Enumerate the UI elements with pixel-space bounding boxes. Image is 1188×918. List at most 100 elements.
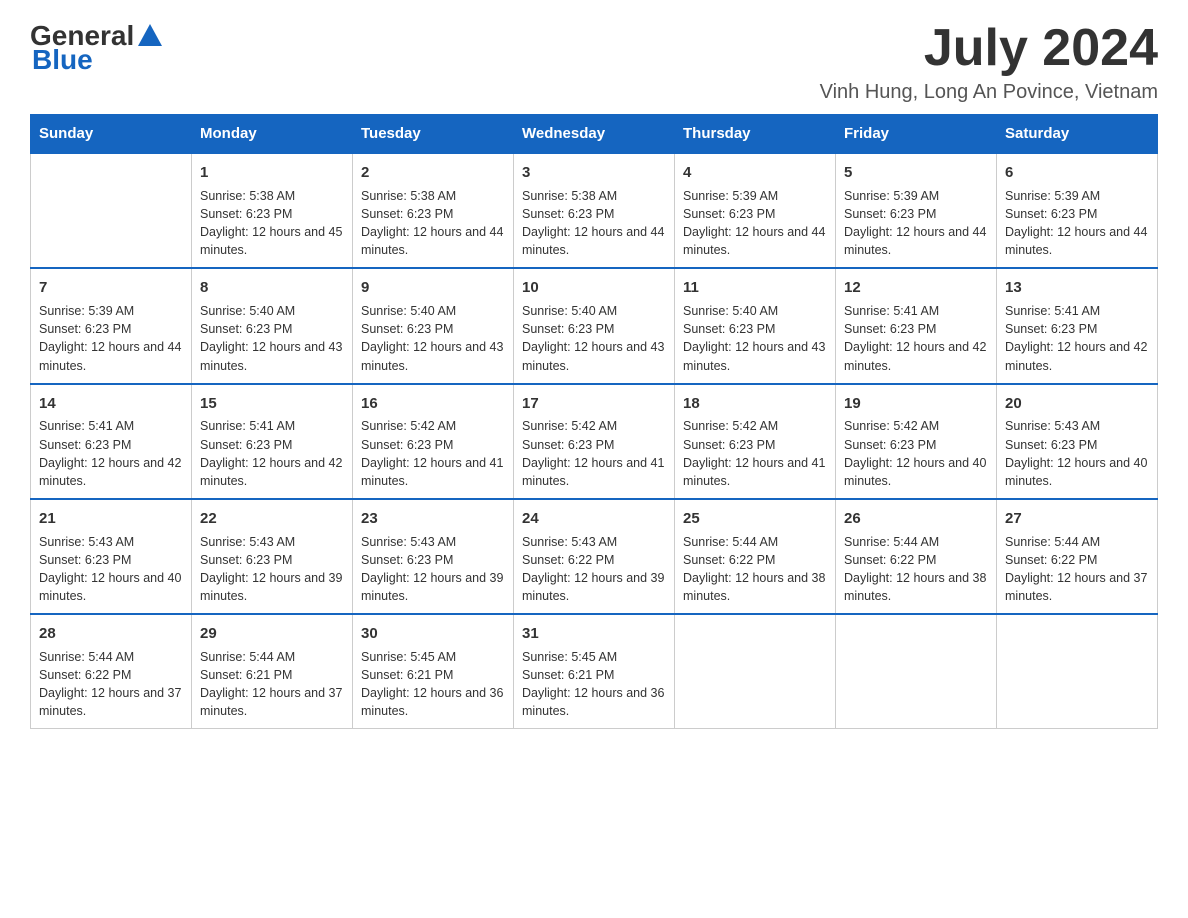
day-number: 9 <box>361 277 505 299</box>
calendar-cell: 15Sunrise: 5:41 AMSunset: 6:23 PMDayligh… <box>192 384 353 499</box>
calendar-cell: 16Sunrise: 5:42 AMSunset: 6:23 PMDayligh… <box>353 384 514 499</box>
day-number: 7 <box>39 277 183 299</box>
calendar-cell: 7Sunrise: 5:39 AMSunset: 6:23 PMDaylight… <box>31 268 192 383</box>
calendar-cell: 24Sunrise: 5:43 AMSunset: 6:22 PMDayligh… <box>514 499 675 614</box>
daylight-text: Daylight: 12 hours and 41 minutes. <box>683 454 827 490</box>
daylight-text: Daylight: 12 hours and 45 minutes. <box>200 223 344 259</box>
day-number: 30 <box>361 623 505 645</box>
calendar-cell: 31Sunrise: 5:45 AMSunset: 6:21 PMDayligh… <box>514 614 675 729</box>
col-sunday: Sunday <box>31 115 192 154</box>
sunset-text: Sunset: 6:21 PM <box>200 666 344 684</box>
day-number: 3 <box>522 162 666 184</box>
calendar-cell: 26Sunrise: 5:44 AMSunset: 6:22 PMDayligh… <box>836 499 997 614</box>
sunrise-text: Sunrise: 5:44 AM <box>844 533 988 551</box>
calendar-cell: 30Sunrise: 5:45 AMSunset: 6:21 PMDayligh… <box>353 614 514 729</box>
calendar-cell: 28Sunrise: 5:44 AMSunset: 6:22 PMDayligh… <box>31 614 192 729</box>
sunrise-text: Sunrise: 5:39 AM <box>1005 187 1149 205</box>
logo: General Blue <box>30 20 164 76</box>
sunset-text: Sunset: 6:23 PM <box>522 436 666 454</box>
sunset-text: Sunset: 6:23 PM <box>361 205 505 223</box>
sunset-text: Sunset: 6:23 PM <box>361 320 505 338</box>
day-number: 15 <box>200 393 344 415</box>
daylight-text: Daylight: 12 hours and 43 minutes. <box>200 338 344 374</box>
day-number: 28 <box>39 623 183 645</box>
calendar-table: Sunday Monday Tuesday Wednesday Thursday… <box>30 114 1158 729</box>
calendar-week-row: 21Sunrise: 5:43 AMSunset: 6:23 PMDayligh… <box>31 499 1158 614</box>
calendar-cell: 22Sunrise: 5:43 AMSunset: 6:23 PMDayligh… <box>192 499 353 614</box>
daylight-text: Daylight: 12 hours and 44 minutes. <box>683 223 827 259</box>
daylight-text: Daylight: 12 hours and 43 minutes. <box>522 338 666 374</box>
day-number: 18 <box>683 393 827 415</box>
daylight-text: Daylight: 12 hours and 44 minutes. <box>522 223 666 259</box>
daylight-text: Daylight: 12 hours and 39 minutes. <box>361 569 505 605</box>
location-subtitle: Vinh Hung, Long An Povince, Vietnam <box>820 81 1158 104</box>
sunrise-text: Sunrise: 5:43 AM <box>522 533 666 551</box>
daylight-text: Daylight: 12 hours and 41 minutes. <box>522 454 666 490</box>
sunrise-text: Sunrise: 5:41 AM <box>200 417 344 435</box>
day-number: 25 <box>683 508 827 530</box>
calendar-cell: 21Sunrise: 5:43 AMSunset: 6:23 PMDayligh… <box>31 499 192 614</box>
col-wednesday: Wednesday <box>514 115 675 154</box>
sunset-text: Sunset: 6:23 PM <box>522 320 666 338</box>
daylight-text: Daylight: 12 hours and 40 minutes. <box>39 569 183 605</box>
daylight-text: Daylight: 12 hours and 42 minutes. <box>1005 338 1149 374</box>
day-number: 16 <box>361 393 505 415</box>
sunrise-text: Sunrise: 5:41 AM <box>39 417 183 435</box>
day-number: 6 <box>1005 162 1149 184</box>
day-number: 19 <box>844 393 988 415</box>
sunset-text: Sunset: 6:23 PM <box>200 436 344 454</box>
sunrise-text: Sunrise: 5:40 AM <box>683 302 827 320</box>
calendar-cell <box>997 614 1158 729</box>
calendar-header-row: Sunday Monday Tuesday Wednesday Thursday… <box>31 115 1158 154</box>
day-number: 10 <box>522 277 666 299</box>
sunset-text: Sunset: 6:23 PM <box>683 320 827 338</box>
day-number: 2 <box>361 162 505 184</box>
day-number: 17 <box>522 393 666 415</box>
sunset-text: Sunset: 6:23 PM <box>1005 436 1149 454</box>
sunrise-text: Sunrise: 5:43 AM <box>200 533 344 551</box>
sunset-text: Sunset: 6:23 PM <box>683 436 827 454</box>
daylight-text: Daylight: 12 hours and 44 minutes. <box>361 223 505 259</box>
sunset-text: Sunset: 6:23 PM <box>844 320 988 338</box>
sunrise-text: Sunrise: 5:43 AM <box>361 533 505 551</box>
sunset-text: Sunset: 6:23 PM <box>1005 205 1149 223</box>
day-number: 23 <box>361 508 505 530</box>
day-number: 20 <box>1005 393 1149 415</box>
day-number: 24 <box>522 508 666 530</box>
sunset-text: Sunset: 6:21 PM <box>361 666 505 684</box>
daylight-text: Daylight: 12 hours and 37 minutes. <box>39 684 183 720</box>
calendar-week-row: 1Sunrise: 5:38 AMSunset: 6:23 PMDaylight… <box>31 153 1158 268</box>
calendar-cell: 18 Sunrise: 5:42 AMSunset: 6:23 PMDayligh… <box>675 384 836 499</box>
day-number: 27 <box>1005 508 1149 530</box>
sunrise-text: Sunrise: 5:45 AM <box>361 648 505 666</box>
day-number: 13 <box>1005 277 1149 299</box>
sunrise-text: Sunrise: 5:42 AM <box>522 417 666 435</box>
sunrise-text: Sunrise: 5:42 AM <box>844 417 988 435</box>
col-saturday: Saturday <box>997 115 1158 154</box>
calendar-cell <box>31 153 192 268</box>
calendar-cell: 5Sunrise: 5:39 AMSunset: 6:23 PMDaylight… <box>836 153 997 268</box>
sunset-text: Sunset: 6:21 PM <box>522 666 666 684</box>
sunset-text: Sunset: 6:23 PM <box>200 551 344 569</box>
day-number: 21 <box>39 508 183 530</box>
calendar-cell: 27Sunrise: 5:44 AMSunset: 6:22 PMDayligh… <box>997 499 1158 614</box>
sunset-text: Sunset: 6:23 PM <box>683 205 827 223</box>
col-tuesday: Tuesday <box>353 115 514 154</box>
sunrise-text: Sunrise: 5:39 AM <box>39 302 183 320</box>
calendar-cell <box>836 614 997 729</box>
sunset-text: Sunset: 6:23 PM <box>522 205 666 223</box>
daylight-text: Daylight: 12 hours and 42 minutes. <box>39 454 183 490</box>
day-number: 31 <box>522 623 666 645</box>
sunrise-text: Sunrise: 5:38 AM <box>361 187 505 205</box>
calendar-cell: 12Sunrise: 5:41 AMSunset: 6:23 PMDayligh… <box>836 268 997 383</box>
sunset-text: Sunset: 6:23 PM <box>39 551 183 569</box>
sunset-text: Sunset: 6:23 PM <box>361 436 505 454</box>
daylight-text: Daylight: 12 hours and 44 minutes. <box>1005 223 1149 259</box>
calendar-cell: 3Sunrise: 5:38 AMSunset: 6:23 PMDaylight… <box>514 153 675 268</box>
daylight-text: Daylight: 12 hours and 44 minutes. <box>39 338 183 374</box>
col-monday: Monday <box>192 115 353 154</box>
logo-arrow-icon <box>136 20 164 48</box>
sunrise-text: Sunrise: 5:44 AM <box>683 533 827 551</box>
calendar-cell: 19Sunrise: 5:42 AMSunset: 6:23 PMDayligh… <box>836 384 997 499</box>
sunrise-text: Sunrise: 5:42 AM <box>683 417 827 435</box>
